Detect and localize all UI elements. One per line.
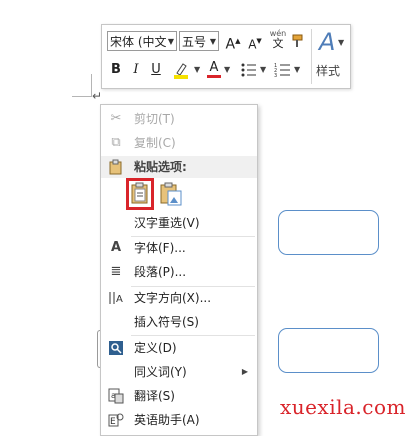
font-icon: A — [110, 240, 122, 255]
font-size-select[interactable]: 五号 ▼ — [179, 31, 219, 51]
menu-separator — [131, 335, 255, 336]
chevron-down-icon: ▼ — [209, 37, 216, 46]
menu-item-label: 插入符号(S) — [134, 315, 199, 329]
styles-label: 样式 — [316, 64, 341, 78]
menu-item-label: 剪切(T) — [134, 112, 175, 126]
toolbar-divider — [311, 29, 312, 84]
menu-item-insert-symbol[interactable]: 插入符号(S) — [101, 311, 257, 333]
shrink-font-button[interactable]: A▼ — [245, 32, 265, 51]
numbering-chevron-icon[interactable]: ▼ — [294, 65, 300, 74]
text-direction-icon: A — [107, 287, 125, 314]
menu-item-label: 文字方向(X)... — [134, 291, 212, 305]
format-painter-icon — [292, 34, 303, 47]
svg-text:A: A — [116, 294, 123, 305]
styles-button[interactable]: A ▼ 样式 — [316, 28, 346, 84]
styles-icon: A — [319, 28, 336, 56]
paste-keep-text-only-button[interactable] — [126, 178, 154, 210]
italic-button[interactable]: I — [128, 61, 144, 79]
submenu-arrow-icon: ▶ — [241, 367, 248, 376]
numbering-button[interactable]: 1 2 3 — [274, 61, 292, 79]
format-painter-button[interactable] — [290, 32, 308, 50]
define-icon — [107, 337, 125, 363]
clipboard-icon — [107, 156, 125, 183]
menu-item-define[interactable]: 定义(D) — [101, 337, 257, 359]
menu-item-copy[interactable]: ⧉ 复制(C) — [101, 132, 257, 154]
font-color-swatch — [207, 75, 221, 78]
paragraph-mark: ↵ — [92, 89, 103, 103]
menu-item-label: 同义词(Y) — [134, 365, 187, 379]
chevron-down-icon: ▼ — [167, 37, 174, 46]
bullets-button[interactable] — [240, 61, 258, 79]
font-color-icon: A — [209, 60, 219, 75]
menu-item-paragraph[interactable]: ≣ 段落(P)... — [101, 261, 257, 283]
bold-button[interactable]: B — [108, 61, 124, 79]
font-color-chevron-icon[interactable]: ▼ — [224, 65, 230, 74]
font-size-value: 五号 — [182, 35, 207, 49]
shape-rectangle-2[interactable] — [278, 328, 379, 373]
bullet-list-icon — [241, 63, 256, 77]
margin-corner-horizontal — [72, 96, 92, 97]
keep-text-only-icon — [131, 182, 148, 204]
menu-item-label: 字体(F)... — [134, 241, 186, 255]
numbered-list-icon: 1 2 3 — [274, 63, 290, 79]
paste-picture-icon — [160, 182, 182, 206]
phonetic-guide-button[interactable]: wén 文 — [267, 29, 289, 51]
highlight-button[interactable] — [171, 60, 193, 80]
grow-font-icon: A — [225, 36, 236, 53]
shape-rectangle-1[interactable] — [278, 210, 379, 255]
highlighter-icon — [174, 63, 188, 79]
paste-picture-button[interactable] — [159, 181, 183, 209]
font-name-value: 宋体 (中文 — [110, 35, 167, 49]
menu-item-label: 汉字重选(V) — [134, 216, 200, 230]
paragraph-icon: ≣ — [110, 264, 122, 279]
underline-button[interactable]: U — [148, 61, 164, 79]
styles-chevron-icon: ▼ — [338, 38, 345, 47]
menu-item-translate[interactable]: a 翻译(S) — [101, 385, 257, 407]
copy-icon: ⧉ — [111, 135, 121, 150]
highlight-chevron-icon[interactable]: ▼ — [194, 65, 200, 74]
menu-item-label: 定义(D) — [134, 341, 177, 355]
english-assistant-icon: E — [107, 409, 125, 436]
grow-font-button[interactable]: A▲ — [223, 32, 243, 53]
menu-item-synonyms[interactable]: 同义词(Y) ▶ — [101, 361, 257, 383]
menu-item-reconvert[interactable]: 汉字重选(V) — [101, 212, 257, 234]
menu-item-label: 复制(C) — [134, 136, 176, 150]
menu-item-english-assistant[interactable]: E 英语助手(A) — [101, 409, 257, 431]
mini-toolbar: 宋体 (中文 ▼ 五号 ▼ A▲ A▼ wén 文 A ▼ 样式 B I U ▼… — [101, 24, 351, 89]
menu-item-label: 英语助手(A) — [134, 413, 200, 427]
svg-text:E: E — [110, 417, 116, 427]
menu-item-label: 粘贴选项: — [134, 160, 187, 174]
menu-header-paste-options: 粘贴选项: — [101, 156, 257, 178]
watermark: xuexila.com — [279, 395, 406, 419]
phonetic-guide-char: 文 — [272, 37, 284, 50]
svg-text:3: 3 — [274, 73, 277, 79]
bullets-chevron-icon[interactable]: ▼ — [260, 65, 266, 74]
menu-item-label: 段落(P)... — [134, 265, 187, 279]
menu-item-cut[interactable]: ✂ 剪切(T) — [101, 108, 257, 130]
menu-item-text-direction[interactable]: A 文字方向(X)... — [101, 287, 257, 309]
menu-item-label: 翻译(S) — [134, 389, 175, 403]
font-name-select[interactable]: 宋体 (中文 ▼ — [107, 31, 177, 51]
context-menu: ✂ 剪切(T) ⧉ 复制(C) 粘贴选项: 汉字重选(V) A 字体(F)...… — [100, 104, 258, 436]
scissors-icon: ✂ — [110, 111, 122, 126]
menu-item-font[interactable]: A 字体(F)... — [101, 237, 257, 259]
translate-icon: a — [107, 385, 125, 412]
font-color-button[interactable]: A — [206, 60, 222, 80]
